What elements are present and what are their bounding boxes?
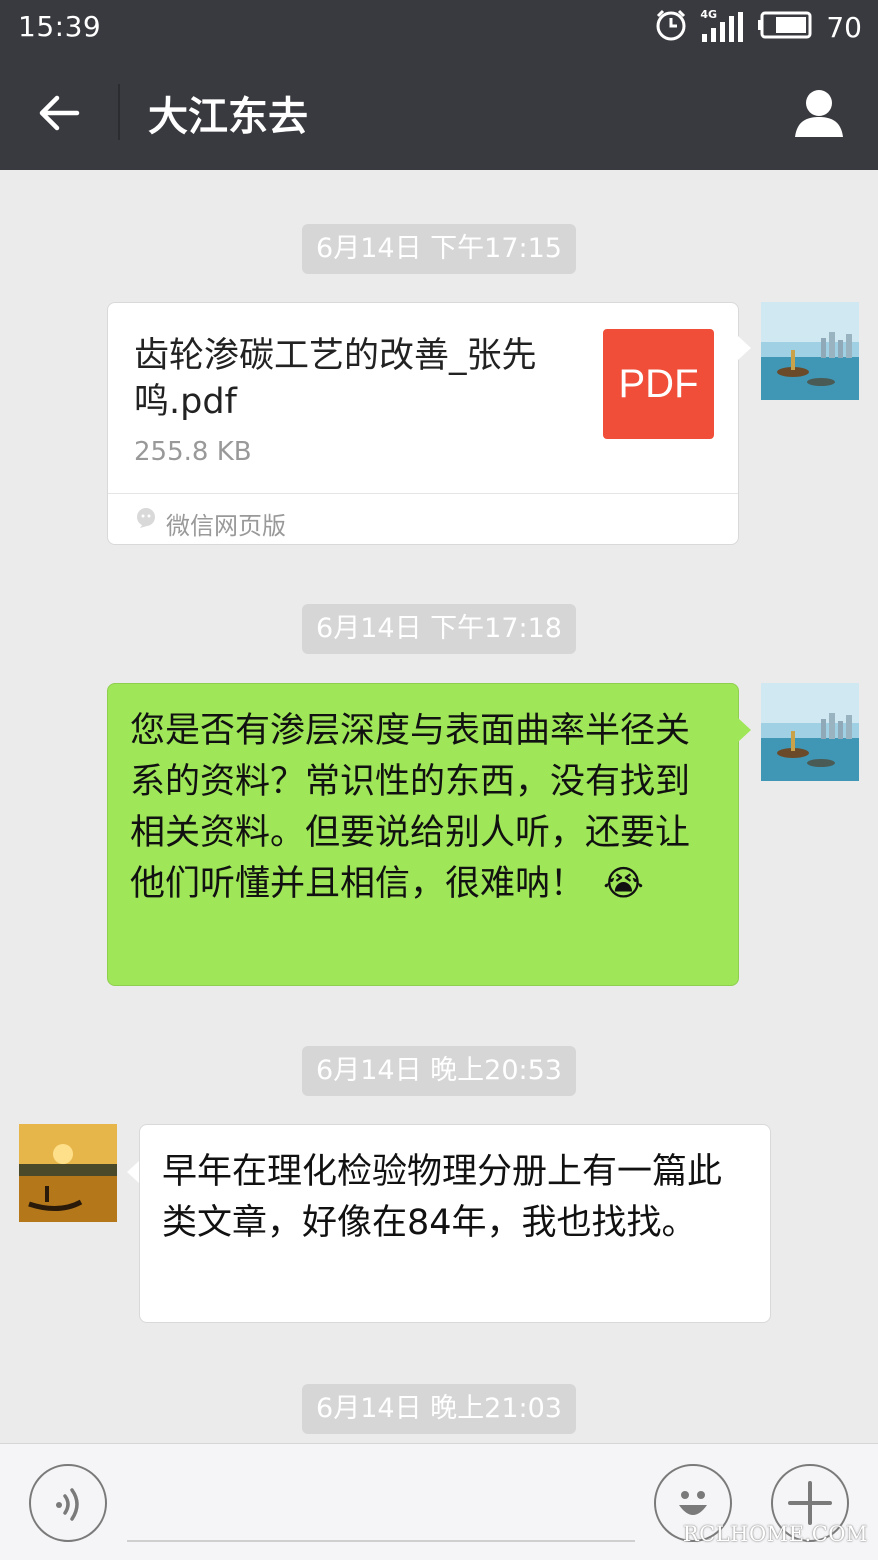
profile-icon [795, 90, 843, 137]
back-arrow-icon [39, 95, 80, 131]
timestamp: 6月14日 下午17:18 [302, 604, 576, 654]
battery-icon [758, 10, 814, 44]
message-input[interactable] [127, 1540, 635, 1542]
voice-button[interactable] [29, 1464, 107, 1542]
received-message[interactable]: 早年在理化检验物理分册上有一篇此类文章，好像在84年，我也找找。 [139, 1124, 771, 1323]
chat-header: 大江东去 [0, 54, 878, 170]
back-button[interactable] [28, 82, 90, 144]
sent-message[interactable]: 您是否有渗层深度与表面曲率半径关系的资料？常识性的东西，没有找到相关资料。但要说… [107, 683, 739, 986]
avatar[interactable] [19, 1124, 117, 1222]
file-source: 微信网页版 [166, 512, 286, 540]
profile-button[interactable] [788, 82, 850, 144]
file-name: 齿轮渗碳工艺的改善_张先鸣.pdf [134, 336, 537, 422]
bubble-tail [738, 718, 751, 742]
status-bar: 15:39 4G 70 [0, 0, 878, 54]
file-message[interactable]: 齿轮渗碳工艺的改善_张先鸣.pdf 255.8 KB PDF 微信网页版 [107, 302, 739, 545]
signal-icon: 4G [700, 8, 746, 44]
pdf-icon: PDF [603, 329, 714, 439]
header-divider [118, 84, 120, 140]
crying-emoji: 😭 [603, 864, 644, 904]
plus-icon [788, 1481, 832, 1525]
voice-icon [56, 1488, 79, 1521]
file-footer: 微信网页版 [108, 493, 738, 545]
watermark: RCLHOME.COM [682, 1522, 868, 1546]
bubble-tail [738, 336, 751, 360]
avatar[interactable] [761, 683, 859, 781]
alarm-icon [654, 8, 688, 46]
timestamp: 6月14日 下午17:15 [302, 224, 576, 274]
status-icons: 4G 70 [654, 8, 862, 46]
chat-title: 大江东去 [148, 94, 308, 140]
avatar[interactable] [761, 302, 859, 400]
status-time: 15:39 [18, 10, 102, 43]
battery-level: 70 [826, 10, 862, 44]
file-size: 255.8 KB [134, 437, 252, 467]
wechat-web-icon [137, 508, 155, 528]
timestamp: 6月14日 晚上21:03 [302, 1384, 576, 1434]
timestamp: 6月14日 晚上20:53 [302, 1046, 576, 1096]
message-text: 早年在理化检验物理分册上有一篇此类文章，好像在84年，我也找找。 [162, 1152, 723, 1243]
